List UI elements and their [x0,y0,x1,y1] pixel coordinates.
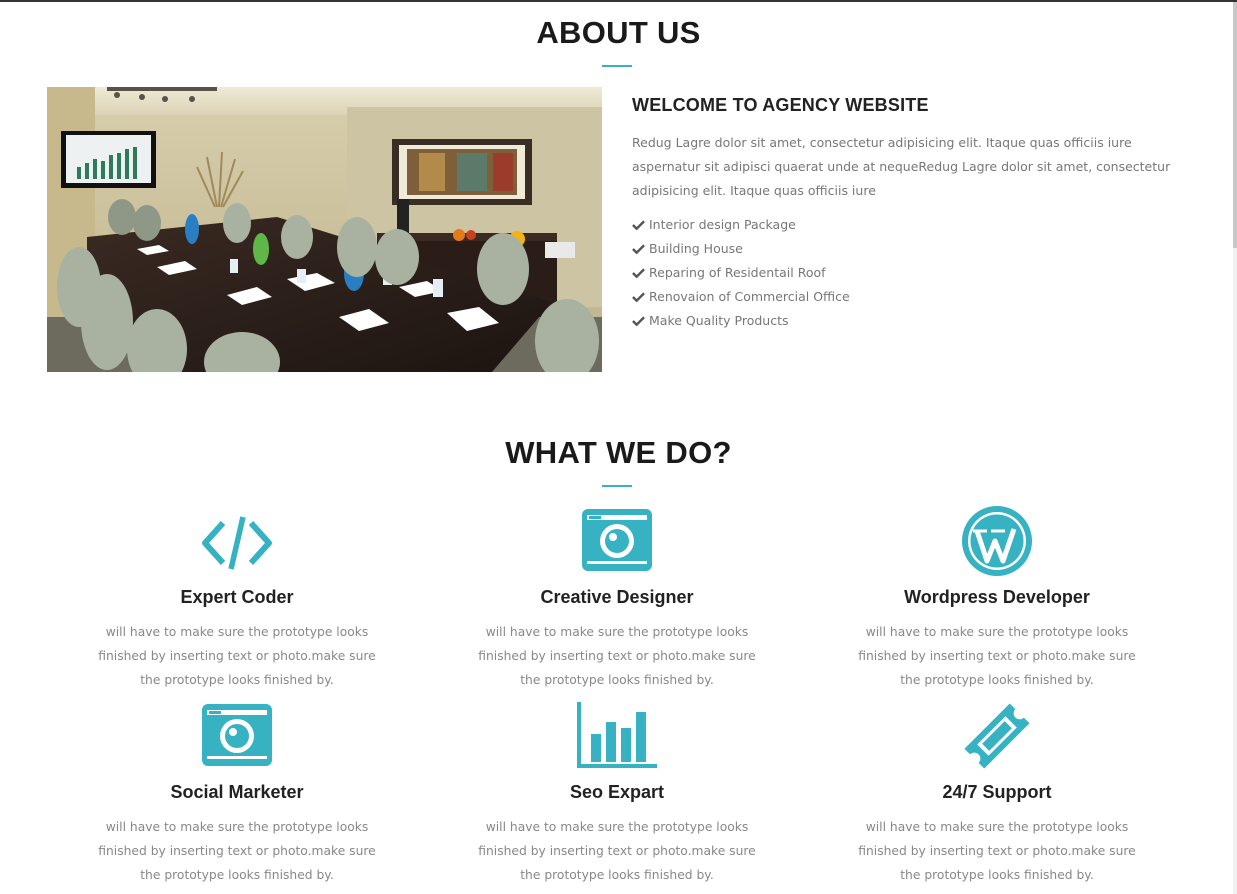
feature-label: Building House [649,241,743,256]
service-description: will have to make sure the prototype loo… [98,820,376,882]
service-description: will have to make sure the prototype loo… [858,625,1136,687]
check-icon [632,292,645,303]
check-icon [632,220,645,231]
service-card-social-marketer: Social Marketer will have to make sure t… [67,700,407,882]
service-card-seo-expart: Seo Expart will have to make sure the pr… [447,700,787,882]
check-icon [632,268,645,279]
feature-item: Reparing of Residentail Roof [632,261,1197,285]
wordpress-icon [962,506,1032,576]
service-card-creative-designer: Creative Designer will have to make sure… [447,505,787,687]
camera-icon [582,509,652,571]
camera-icon [202,704,272,766]
service-name: 24/7 Support [942,782,1052,802]
service-description: will have to make sure the prototype loo… [858,820,1136,882]
service-name: Social Marketer [170,782,304,802]
ticket-icon [964,703,1030,769]
feature-label: Reparing of Residentail Roof [649,265,826,280]
code-icon [202,516,272,570]
about-text-block: WELCOME TO AGENCY WEBSITE Redug Lagre do… [632,95,1197,333]
feature-label: Renovaion of Commercial Office [649,289,850,304]
feature-list: Interior design Package Building House R… [632,213,1197,333]
top-border [0,0,1237,2]
feature-label: Make Quality Products [649,313,789,328]
feature-item: Interior design Package [632,213,1197,237]
feature-item: Make Quality Products [632,309,1197,333]
service-name: Seo Expart [569,782,665,802]
check-icon [632,316,645,327]
feature-item: Renovaion of Commercial Office [632,285,1197,309]
feature-label: Interior design Package [649,217,796,232]
feature-item: Building House [632,237,1197,261]
bar-chart-icon [577,702,657,768]
services-section-title: WHAT WE DO? [505,435,732,470]
service-card-expert-coder: Expert Coder will have to make sure the … [67,505,407,687]
check-icon [632,244,645,255]
services-title-underline [602,485,632,487]
service-description: will have to make sure the prototype loo… [98,625,376,687]
service-card-wordpress-developer: Wordpress Developer will have to make su… [827,505,1167,687]
about-title-underline [602,65,632,67]
service-description: will have to make sure the prototype loo… [478,820,756,882]
service-name: Creative Designer [540,587,694,607]
service-name: Expert Coder [180,587,294,607]
conference-room-photo [47,87,602,372]
service-card-support: 24/7 Support will have to make sure the … [827,700,1167,882]
about-paragraph: Redug Lagre dolor sit amet, consectetur … [632,135,1171,198]
about-section-title: ABOUT US [536,15,701,50]
service-description: will have to make sure the prototype loo… [478,625,756,687]
service-name: Wordpress Developer [904,587,1090,607]
about-heading: WELCOME TO AGENCY WEBSITE [632,95,929,115]
